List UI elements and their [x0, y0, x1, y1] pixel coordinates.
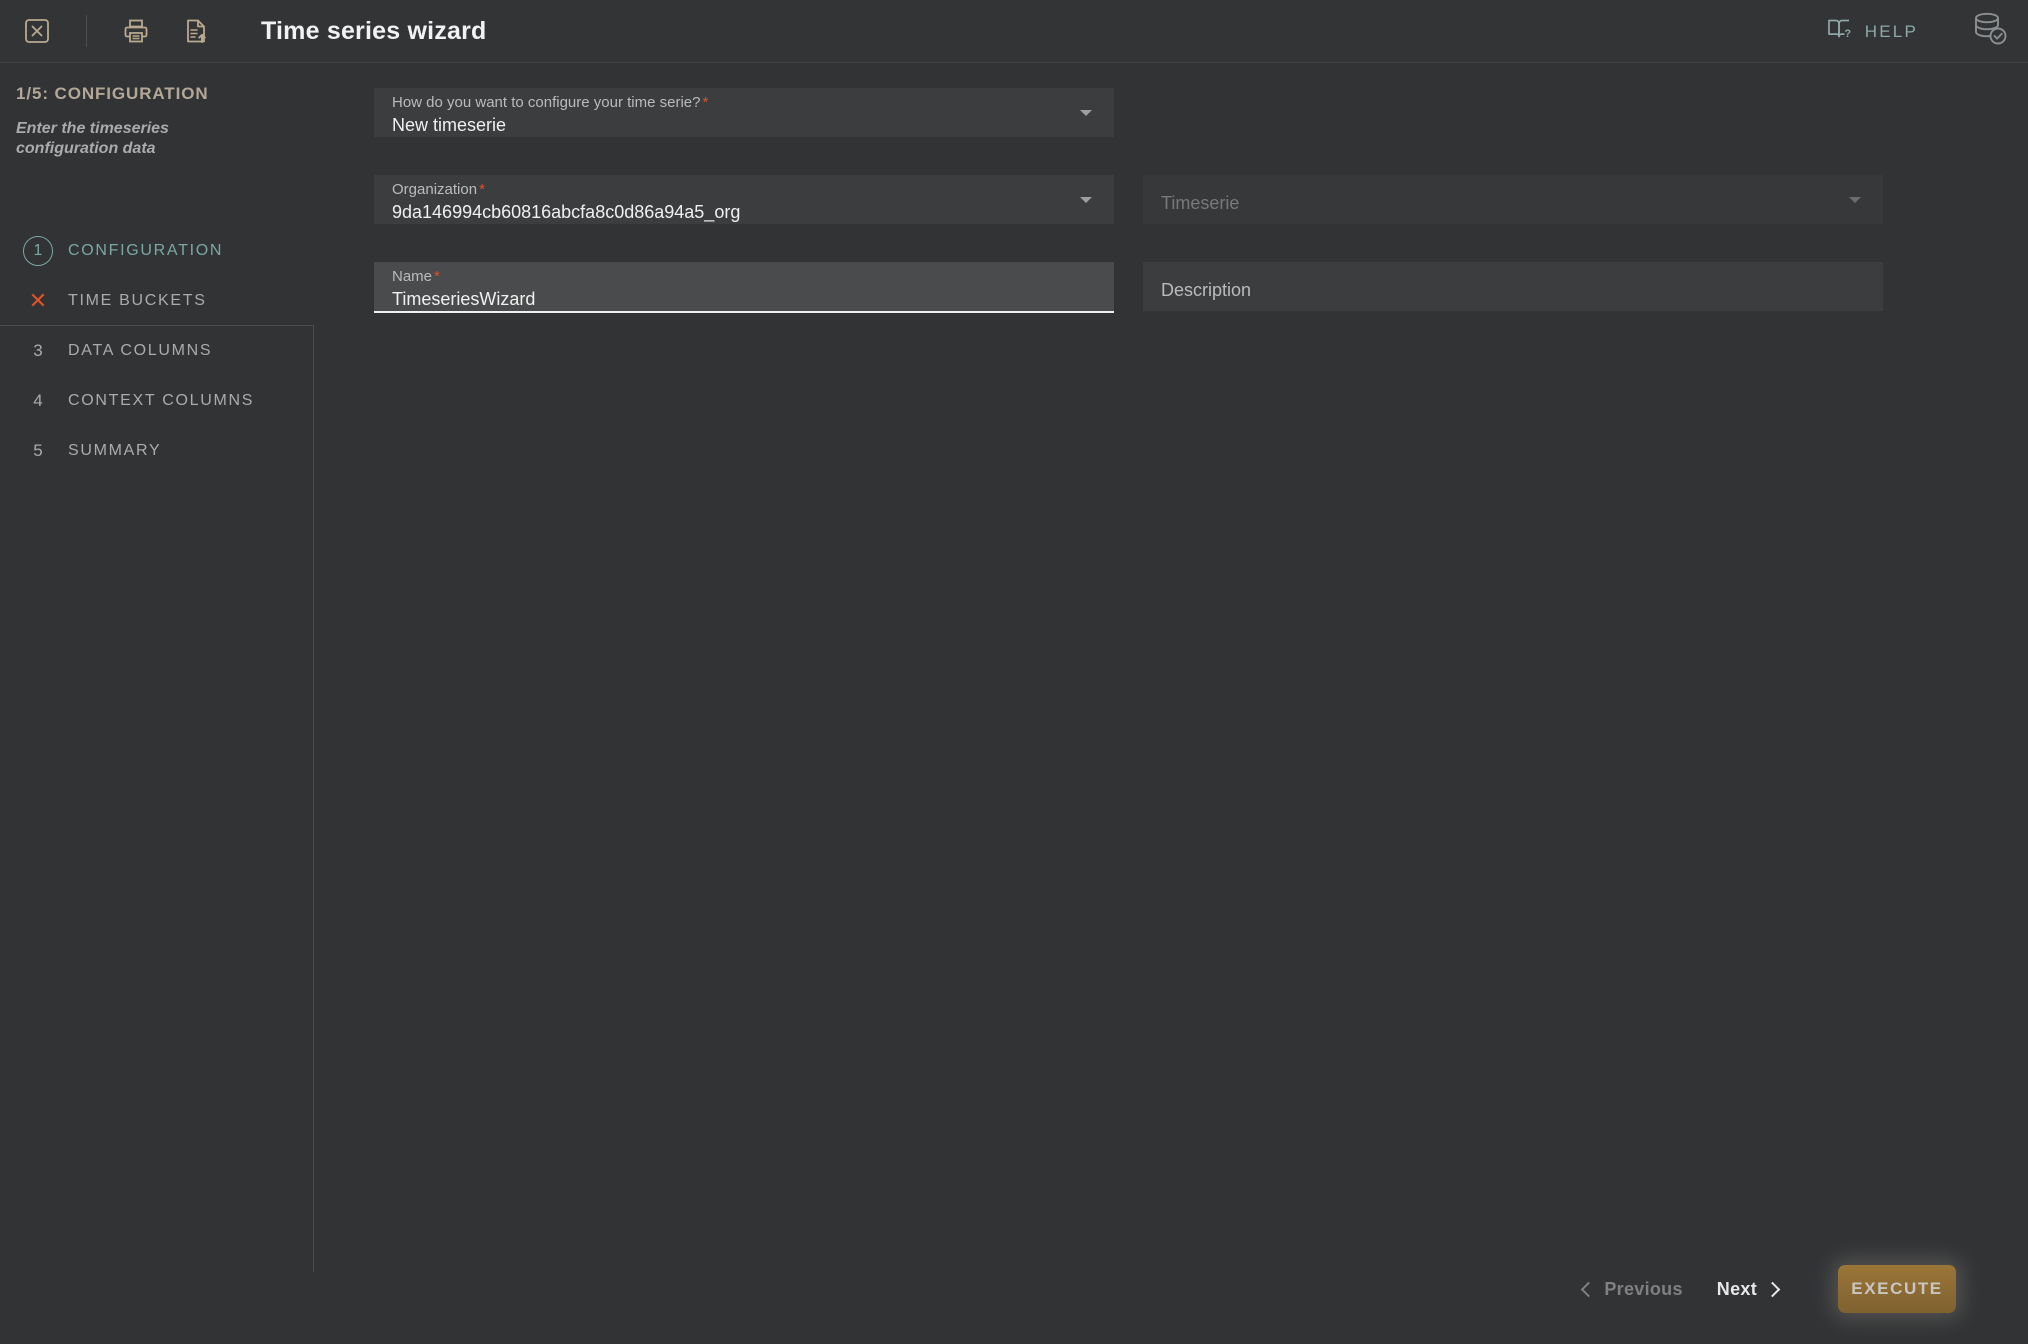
next-button[interactable]: Next	[1716, 1278, 1781, 1300]
chevron-down-icon[interactable]	[1080, 109, 1092, 116]
step-marker-1: 1	[20, 235, 56, 266]
wizard-sidebar: 1/5: CONFIGURATION Enter the timeseries …	[0, 63, 314, 1344]
step-marker-3: 3	[33, 340, 43, 360]
sidebar-item-context-columns[interactable]: 4 CONTEXT COLUMNS	[0, 376, 314, 426]
organization-select[interactable]: Organization * 9da146994cb60816abcfa8c0d8…	[374, 175, 1114, 224]
form-spacer	[374, 153, 1914, 175]
sidebar-item-label: DATA COLUMNS	[68, 341, 213, 359]
header-divider	[86, 15, 87, 47]
sidebar-item-label: TIME BUCKETS	[68, 291, 207, 309]
sidebar-item-label: CONFIGURATION	[68, 241, 224, 259]
configure-mode-select[interactable]: How do you want to configure your time s…	[374, 88, 1114, 137]
organization-label: Organization *	[392, 181, 1098, 199]
sidebar-item-summary[interactable]: 5 SUMMARY	[0, 426, 314, 476]
error-x-icon: ✕	[28, 287, 48, 313]
book-question-icon: ?	[1827, 17, 1853, 46]
description-placeholder: Description	[1161, 279, 1252, 300]
chevron-down-icon[interactable]	[1080, 196, 1092, 203]
header-left-tools: Time series wizard	[0, 0, 486, 62]
app-header: Time series wizard ? HELP	[0, 0, 2028, 63]
step-number-badge: 1	[23, 235, 53, 266]
timeserie-placeholder: Timeserie	[1161, 192, 1240, 213]
timeserie-select[interactable]: Timeserie	[1143, 175, 1883, 224]
page-title: Time series wizard	[261, 16, 487, 45]
current-step-description: Enter the timeseries configuration data	[16, 120, 169, 158]
organization-value: 9da146994cb60816abcfa8c0d86a94a5_org	[392, 201, 741, 222]
configure-mode-value: New timeserie	[392, 114, 507, 135]
previous-button[interactable]: Previous	[1581, 1278, 1683, 1300]
sidebar-item-data-columns[interactable]: 3 DATA COLUMNS	[0, 326, 314, 376]
sidebar-item-label: CONTEXT COLUMNS	[68, 391, 255, 409]
help-label: HELP	[1864, 21, 1918, 41]
name-input[interactable]: Name * TimeseriesWizard	[374, 262, 1114, 313]
document-upload-icon[interactable]	[179, 14, 213, 48]
header-right-tools: ? HELP	[1827, 0, 2028, 63]
name-label: Name *	[392, 268, 1098, 286]
form-row-configure-mode: How do you want to configure your time s…	[374, 88, 1914, 137]
close-box-icon[interactable]	[20, 14, 54, 48]
current-step-title: 1/5: CONFIGURATION	[16, 84, 209, 103]
name-value: TimeseriesWizard	[392, 288, 536, 309]
configure-mode-label: How do you want to configure your time s…	[392, 94, 1098, 112]
svg-text:?: ?	[1844, 28, 1851, 40]
sidebar-section-divider	[313, 325, 314, 1272]
form-row-name-description: Name * TimeseriesWizard Description	[374, 262, 1914, 313]
sidebar-item-label: SUMMARY	[68, 441, 162, 459]
chevron-down-icon	[1849, 196, 1861, 203]
next-label: Next	[1716, 1278, 1757, 1299]
sidebar-section-divider-top	[0, 325, 314, 326]
wizard-step-list: 1 CONFIGURATION ✕ TIME BUCKETS 3 DATA CO…	[0, 226, 314, 476]
configuration-form: How do you want to configure your time s…	[374, 88, 1914, 329]
database-check-icon[interactable]	[1968, 10, 2010, 53]
label-text: How do you want to configure your time s…	[392, 94, 701, 111]
required-star: *	[479, 181, 485, 198]
label-text: Organization	[392, 181, 478, 198]
wizard-footer: Previous Next EXECUTE	[0, 1234, 2028, 1344]
execute-button[interactable]: EXECUTE	[1838, 1265, 1956, 1313]
required-star: *	[702, 94, 709, 111]
step-marker-2: ✕	[20, 287, 56, 313]
previous-label: Previous	[1604, 1278, 1683, 1299]
sidebar-item-time-buckets[interactable]: ✕ TIME BUCKETS	[0, 276, 314, 326]
step-marker-5: 5	[33, 440, 43, 460]
chevron-right-icon	[1764, 1281, 1781, 1297]
description-input[interactable]: Description	[1143, 262, 1883, 311]
chevron-left-icon	[1581, 1281, 1597, 1297]
step-marker-4: 4	[33, 390, 43, 410]
label-text: Name	[392, 268, 433, 285]
required-star: *	[434, 268, 440, 285]
printer-icon[interactable]	[119, 14, 153, 48]
help-button[interactable]: ? HELP	[1827, 17, 1918, 46]
form-row-organization-timeserie: Organization * 9da146994cb60816abcfa8c0d8…	[374, 175, 1914, 224]
form-spacer	[374, 240, 1914, 262]
sidebar-item-configuration[interactable]: 1 CONFIGURATION	[0, 226, 314, 276]
